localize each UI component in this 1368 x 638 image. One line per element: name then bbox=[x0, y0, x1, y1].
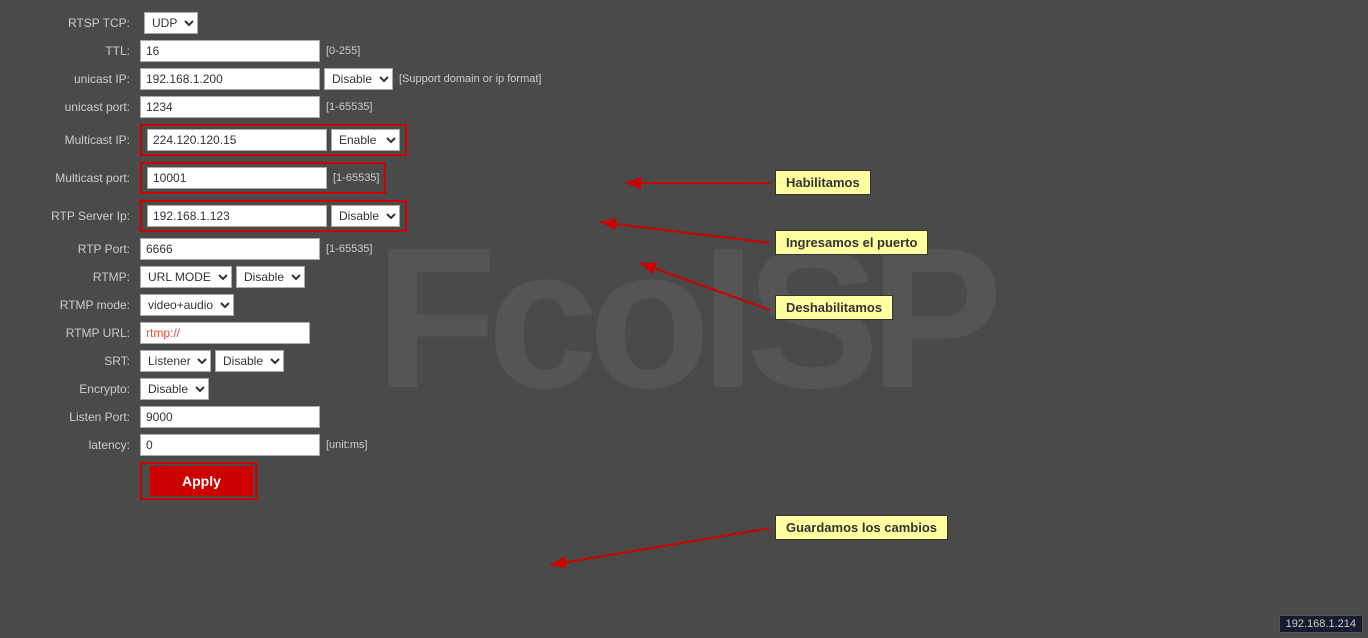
rtmp-url-row: RTMP URL: bbox=[0, 322, 1368, 344]
multicast-ip-row: Multicast IP: Enable Disable bbox=[0, 124, 1368, 156]
rtp-server-ip-select[interactable]: Disable Enable bbox=[331, 205, 400, 227]
rtp-server-ip-row: RTP Server Ip: Disable Enable bbox=[0, 200, 1368, 232]
unicast-ip-input[interactable] bbox=[140, 68, 320, 90]
multicast-ip-label: Multicast IP: bbox=[20, 133, 140, 147]
rtp-server-ip-input[interactable] bbox=[147, 205, 327, 227]
listen-port-label: Listen Port: bbox=[20, 410, 140, 424]
rtmp-mode-row: RTMP mode: video+audio bbox=[0, 294, 1368, 316]
latency-row: latency: [unit:ms] bbox=[0, 434, 1368, 456]
rtmp-label: RTMP: bbox=[20, 270, 140, 284]
multicast-port-row: Multicast port: [1-65535] bbox=[0, 162, 1368, 194]
unicast-port-input[interactable] bbox=[140, 96, 320, 118]
unicast-ip-select[interactable]: Disable Enable bbox=[324, 68, 393, 90]
listen-port-input[interactable] bbox=[140, 406, 320, 428]
unicast-ip-label: unicast IP: bbox=[20, 72, 140, 86]
listen-port-row: Listen Port: bbox=[0, 406, 1368, 428]
main-container: RTSP TCP: UDP TTL: [0-255] unicast IP: D… bbox=[0, 0, 1368, 638]
rtsp-tcp-row: RTSP TCP: UDP bbox=[0, 12, 1368, 34]
rtp-server-ip-label: RTP Server Ip: bbox=[20, 209, 140, 223]
rtmp-url-input[interactable] bbox=[140, 322, 310, 344]
rtp-port-input[interactable] bbox=[140, 238, 320, 260]
rtmp-select1[interactable]: URL MODE bbox=[140, 266, 232, 288]
rtmp-mode-select[interactable]: video+audio bbox=[140, 294, 234, 316]
unicast-port-row: unicast port: [1-65535] bbox=[0, 96, 1368, 118]
annotation-habilitamos: Habilitamos bbox=[775, 170, 871, 195]
srt-row: SRT: Listener Disable Enable bbox=[0, 350, 1368, 372]
rtp-port-range: [1-65535] bbox=[326, 243, 372, 255]
ttl-input[interactable] bbox=[140, 40, 320, 62]
form-area: RTSP TCP: UDP TTL: [0-255] unicast IP: D… bbox=[0, 0, 1368, 638]
unicast-ip-row: unicast IP: Disable Enable [Support doma… bbox=[0, 68, 1368, 90]
ttl-label: TTL: bbox=[20, 44, 140, 58]
apply-button-wrapper: Apply bbox=[140, 462, 257, 500]
ttl-range: [0-255] bbox=[326, 45, 360, 57]
multicast-port-label: Multicast port: bbox=[20, 171, 140, 185]
unicast-port-range: [1-65535] bbox=[326, 101, 372, 113]
apply-row: Apply bbox=[120, 462, 1368, 500]
rtp-port-row: RTP Port: [1-65535] bbox=[0, 238, 1368, 260]
rtmp-url-label: RTMP URL: bbox=[20, 326, 140, 340]
multicast-ip-highlight: Enable Disable bbox=[140, 124, 407, 156]
srt-select2[interactable]: Disable Enable bbox=[215, 350, 284, 372]
ttl-row: TTL: [0-255] bbox=[0, 40, 1368, 62]
rtmp-mode-label: RTMP mode: bbox=[20, 298, 140, 312]
encrypto-select[interactable]: Disable Enable bbox=[140, 378, 209, 400]
latency-label: latency: bbox=[20, 438, 140, 452]
encrypto-label: Encrypto: bbox=[20, 382, 140, 396]
latency-input[interactable] bbox=[140, 434, 320, 456]
rtsp-tcp-label: RTSP TCP: bbox=[20, 16, 140, 30]
srt-label: SRT: bbox=[20, 354, 140, 368]
annotation-guardamos-cambios: Guardamos los cambios bbox=[775, 515, 948, 540]
multicast-port-input[interactable] bbox=[147, 167, 327, 189]
rtp-server-ip-highlight: Disable Enable bbox=[140, 200, 407, 232]
latency-hint: [unit:ms] bbox=[326, 439, 368, 451]
rtp-port-label: RTP Port: bbox=[20, 242, 140, 256]
srt-select1[interactable]: Listener bbox=[140, 350, 211, 372]
multicast-port-highlight: [1-65535] bbox=[140, 162, 386, 194]
annotation-deshabilitamos: Deshabilitamos bbox=[775, 295, 893, 320]
unicast-ip-hint: [Support domain or ip format] bbox=[399, 73, 541, 85]
apply-button[interactable]: Apply bbox=[150, 466, 253, 496]
unicast-port-label: unicast port: bbox=[20, 100, 140, 114]
rtmp-row: RTMP: URL MODE Disable Enable bbox=[0, 266, 1368, 288]
annotation-ingresamos-puerto: Ingresamos el puerto bbox=[775, 230, 928, 255]
multicast-port-range: [1-65535] bbox=[333, 172, 379, 184]
multicast-ip-select[interactable]: Enable Disable bbox=[331, 129, 400, 151]
multicast-ip-input[interactable] bbox=[147, 129, 327, 151]
rtmp-select2[interactable]: Disable Enable bbox=[236, 266, 305, 288]
encrypto-row: Encrypto: Disable Enable bbox=[0, 378, 1368, 400]
rtsp-tcp-select[interactable]: UDP bbox=[144, 12, 198, 34]
